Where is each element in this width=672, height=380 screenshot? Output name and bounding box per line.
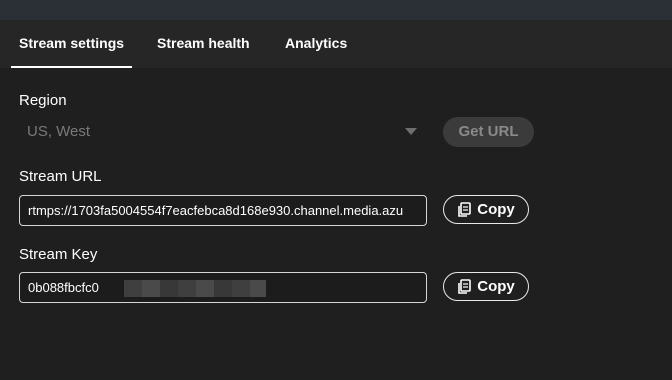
tab-stream-settings[interactable]: Stream settings xyxy=(10,20,133,68)
copy-button-label: Copy xyxy=(477,278,515,295)
stream-key-field[interactable]: 0b088fbcfc0 xyxy=(19,272,427,303)
tab-stream-health[interactable]: Stream health xyxy=(157,20,250,68)
region-selected-value: US, West xyxy=(27,123,91,140)
copy-button-label: Copy xyxy=(477,201,515,218)
stream-url-label: Stream URL xyxy=(19,168,102,185)
tab-analytics[interactable]: Analytics xyxy=(285,20,347,68)
get-url-button[interactable]: Get URL xyxy=(443,117,534,147)
stream-url-field[interactable]: rtmps://1703fa5004554f7eacfebca8d168e930… xyxy=(19,195,427,226)
tab-bar: Stream settings Stream health Analytics xyxy=(0,20,672,68)
window-top-bar xyxy=(0,0,672,20)
stream-key-value: 0b088fbcfc0 xyxy=(28,280,99,295)
region-select[interactable]: US, West xyxy=(19,116,427,148)
stream-url-value: rtmps://1703fa5004554f7eacfebca8d168e930… xyxy=(28,203,404,218)
copy-stream-key-button[interactable]: Copy xyxy=(443,272,529,301)
copy-icon xyxy=(457,201,472,218)
region-label: Region xyxy=(19,92,67,109)
chevron-down-icon xyxy=(405,128,417,135)
copy-stream-url-button[interactable]: Copy xyxy=(443,195,529,224)
redacted-region xyxy=(124,280,266,297)
copy-icon xyxy=(457,278,472,295)
stream-key-label: Stream Key xyxy=(19,246,98,263)
